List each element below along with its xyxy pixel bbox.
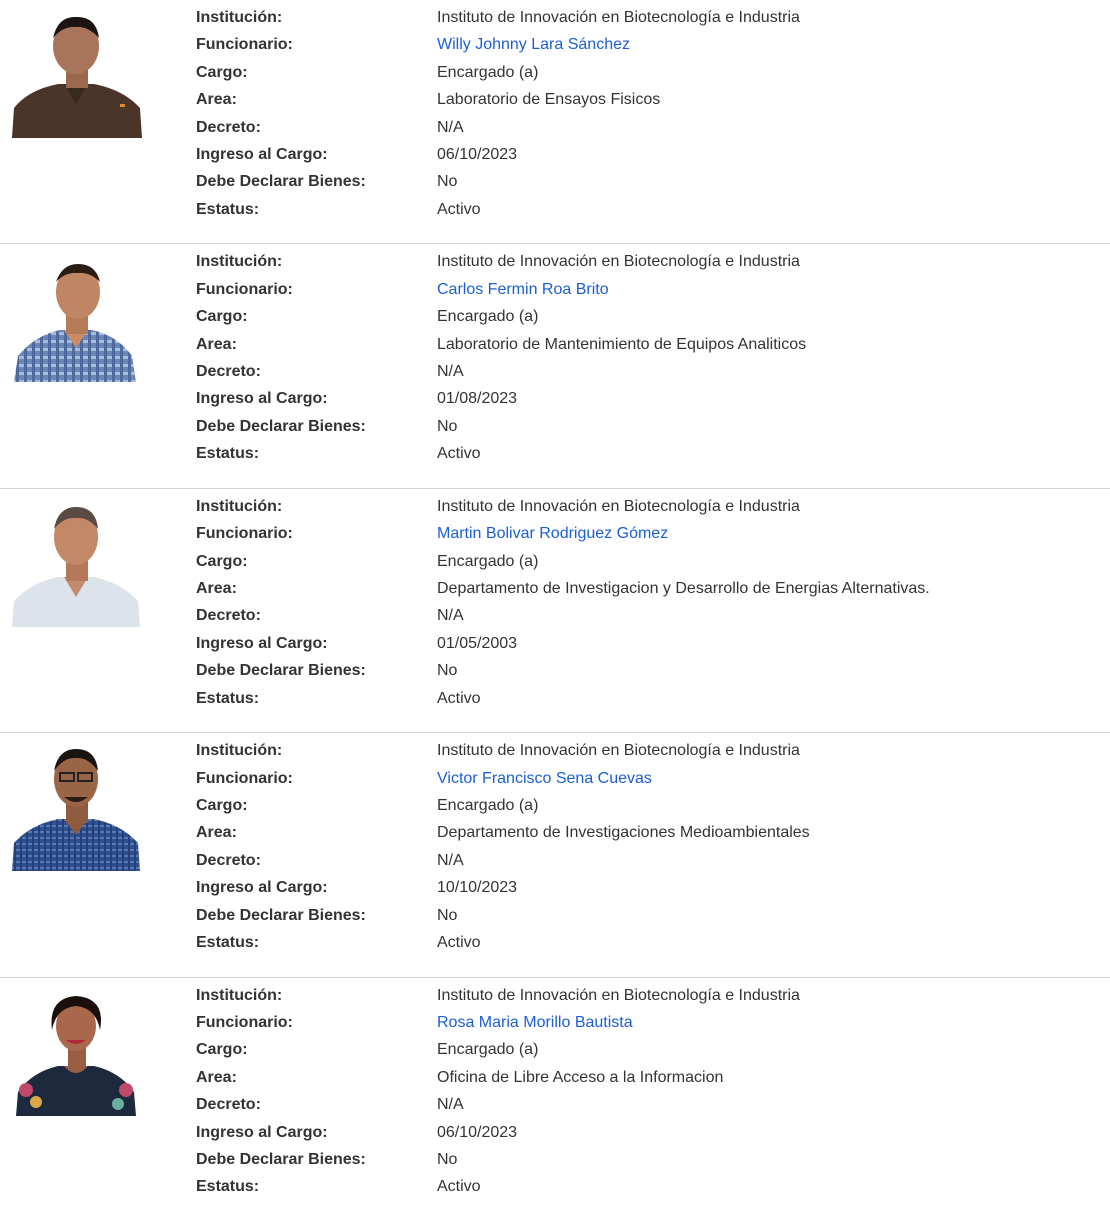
staff-list: Institución: Instituto de Innovación en … <box>0 0 1110 1222</box>
field-value: No <box>437 417 458 435</box>
field-label: Debe Declarar Bienes: <box>196 173 366 191</box>
field-value: No <box>437 906 458 924</box>
field-value: N/A <box>437 1096 464 1114</box>
field-label: Funcionario: <box>196 36 293 54</box>
field-value: N/A <box>437 851 464 869</box>
field-value: 06/10/2023 <box>437 1123 518 1141</box>
field-value: Departamento de Investigaciones Medioamb… <box>437 824 810 842</box>
staff-record: Institución: Instituto de Innovación en … <box>0 489 1110 734</box>
field-value: Departamento de Investigacion y Desarrol… <box>437 579 930 597</box>
field-label: Ingreso al Cargo: <box>196 145 328 163</box>
field-label: Ingreso al Cargo: <box>196 1123 328 1141</box>
field-label: Funcionario: <box>196 769 293 787</box>
field-label: Area: <box>196 91 237 109</box>
field-label: Ingreso al Cargo: <box>196 634 328 652</box>
field-value: Laboratorio de Mantenimiento de Equipos … <box>437 335 807 353</box>
field-label: Institución: <box>196 9 283 26</box>
field-value: 10/10/2023 <box>437 879 518 897</box>
field-value: Encargado (a) <box>437 796 539 814</box>
field-label: Debe Declarar Bienes: <box>196 906 366 924</box>
field-value: N/A <box>437 118 464 136</box>
field-label: Funcionario: <box>196 525 293 543</box>
staff-record: Institución: Instituto de Innovación en … <box>0 733 1110 978</box>
staff-record: Institución: Instituto de Innovación en … <box>0 244 1110 489</box>
staff-photo <box>8 985 144 1116</box>
portrait-image <box>8 8 144 138</box>
funcionario-link[interactable]: Rosa Maria Morillo Bautista <box>437 1009 633 1036</box>
field-label: Cargo: <box>196 308 248 326</box>
field-label: Estatus: <box>196 200 260 218</box>
field-label: Area: <box>196 579 237 597</box>
staff-photo <box>8 252 144 383</box>
field-value: Instituto de Innovación en Biotecnología… <box>437 253 800 271</box>
field-value: Encargado (a) <box>437 308 539 326</box>
field-label: Estatus: <box>196 1178 260 1196</box>
field-value: No <box>437 173 458 191</box>
staff-photo <box>8 741 144 872</box>
field-label: Estatus: <box>196 689 260 707</box>
field-value: Oficina de Libre Acceso a la Informacion <box>437 1068 724 1086</box>
field-value: N/A <box>437 362 464 380</box>
field-value: Activo <box>437 933 481 951</box>
portrait-image <box>8 252 144 383</box>
field-value: No <box>437 662 458 680</box>
field-value: Activo <box>437 1178 481 1196</box>
field-value: Laboratorio de Ensayos Fisicos <box>437 91 661 109</box>
portrait-image <box>8 985 144 1116</box>
field-value: N/A <box>437 607 464 625</box>
field-label: Institución: <box>196 253 283 271</box>
funcionario-link[interactable]: Willy Johnny Lara Sánchez <box>437 31 630 58</box>
field-label: Debe Declarar Bienes: <box>196 662 366 680</box>
field-label: Cargo: <box>196 796 248 814</box>
field-value: Encargado (a) <box>437 63 539 81</box>
field-label: Funcionario: <box>196 1013 293 1031</box>
staff-photo <box>8 8 144 138</box>
field-label: Institución: <box>196 497 283 515</box>
field-value: Instituto de Innovación en Biotecnología… <box>437 742 800 760</box>
field-label: Institución: <box>196 742 283 760</box>
staff-photo <box>8 496 144 627</box>
field-label: Area: <box>196 1068 237 1086</box>
staff-record: Institución: Instituto de Innovación en … <box>0 978 1110 1222</box>
field-label: Area: <box>196 335 237 353</box>
field-label: Cargo: <box>196 63 248 81</box>
field-label: Decreto: <box>196 607 261 625</box>
funcionario-link[interactable]: Martin Bolivar Rodriguez Gómez <box>437 520 668 547</box>
field-label: Debe Declarar Bienes: <box>196 1150 366 1168</box>
field-value: Instituto de Innovación en Biotecnología… <box>437 497 800 515</box>
field-label: Ingreso al Cargo: <box>196 390 328 408</box>
field-label: Debe Declarar Bienes: <box>196 417 366 435</box>
field-label: Estatus: <box>196 933 260 951</box>
field-label: Area: <box>196 824 237 842</box>
field-value: Instituto de Innovación en Biotecnología… <box>437 9 800 26</box>
staff-record: Institución: Instituto de Innovación en … <box>0 0 1110 245</box>
field-label: Ingreso al Cargo: <box>196 879 328 897</box>
field-value: 01/08/2023 <box>437 390 518 408</box>
field-label: Cargo: <box>196 1041 248 1059</box>
field-value: Activo <box>437 200 481 218</box>
field-label: Decreto: <box>196 851 261 869</box>
funcionario-link[interactable]: Victor Francisco Sena Cuevas <box>437 765 652 792</box>
portrait-image <box>8 741 144 872</box>
field-value: No <box>437 1150 458 1168</box>
field-value: Encargado (a) <box>437 1041 539 1059</box>
field-value: Activo <box>437 445 481 463</box>
field-value: Activo <box>437 689 481 707</box>
field-label: Decreto: <box>196 118 261 136</box>
field-label: Decreto: <box>196 1096 261 1114</box>
field-label: Estatus: <box>196 445 260 463</box>
field-value: 01/05/2003 <box>437 634 518 652</box>
field-value: 06/10/2023 <box>437 145 518 163</box>
field-value: Instituto de Innovación en Biotecnología… <box>437 986 800 1004</box>
field-value: Encargado (a) <box>437 552 539 570</box>
portrait-image <box>8 496 144 627</box>
field-label: Cargo: <box>196 552 248 570</box>
field-label: Decreto: <box>196 362 261 380</box>
field-label: Funcionario: <box>196 280 293 298</box>
funcionario-link[interactable]: Carlos Fermin Roa Brito <box>437 276 609 303</box>
field-label: Institución: <box>196 986 283 1004</box>
